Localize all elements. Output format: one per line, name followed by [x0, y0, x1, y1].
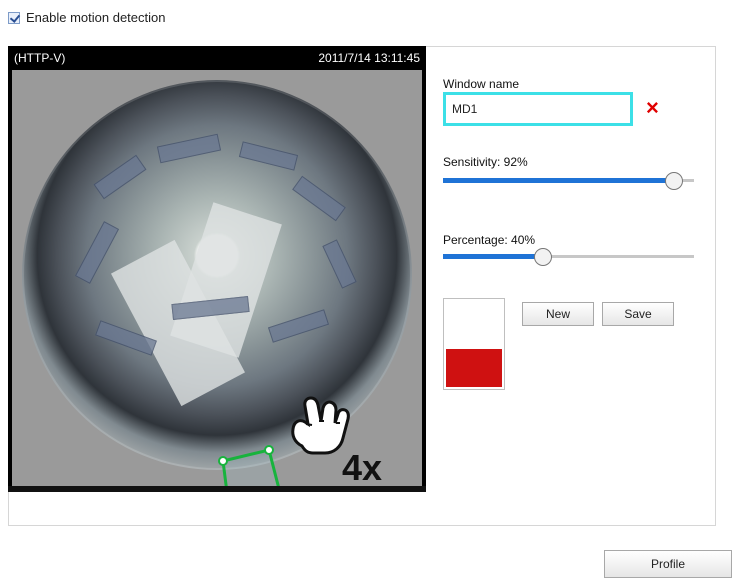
enable-motion-detection-checkbox[interactable]: [8, 11, 20, 24]
window-preview: [443, 298, 505, 390]
window-name-input[interactable]: MD1: [443, 92, 633, 126]
video-frame[interactable]: 4x: [12, 70, 422, 486]
sensitivity-slider-fill: [443, 178, 674, 183]
percentage-slider-knob[interactable]: [534, 248, 552, 266]
percentage-slider-fill: [443, 254, 543, 259]
video-stream-label: (HTTP-V): [14, 51, 66, 65]
window-name-value: MD1: [452, 102, 478, 116]
percentage-label: Percentage: 40%: [443, 233, 536, 247]
enable-motion-detection-row[interactable]: Enable motion detection: [8, 10, 165, 25]
motion-window-region[interactable]: [215, 440, 305, 486]
enable-motion-detection-label: Enable motion detection: [26, 10, 166, 25]
video-header-bar: (HTTP-V) 2011/7/14 13:11:45: [8, 46, 426, 70]
zoom-overlay-text: 4x: [342, 447, 383, 486]
video-timestamp: 2011/7/14 13:11:45: [318, 51, 420, 65]
video-footer-bar: [8, 486, 426, 492]
profile-button[interactable]: Profile: [604, 550, 732, 578]
sensitivity-label: Sensitivity: 92%: [443, 155, 528, 169]
save-button[interactable]: Save: [602, 302, 674, 326]
window-name-label: Window name: [443, 77, 520, 91]
video-preview[interactable]: (HTTP-V) 2011/7/14 13:11:45 4x: [8, 46, 426, 492]
new-button[interactable]: New: [522, 302, 594, 326]
sensitivity-slider-knob[interactable]: [665, 172, 683, 190]
window-preview-level: [446, 349, 502, 387]
close-icon[interactable]: ×: [646, 97, 664, 119]
percentage-slider[interactable]: [443, 248, 694, 266]
sensitivity-slider[interactable]: [443, 172, 694, 190]
